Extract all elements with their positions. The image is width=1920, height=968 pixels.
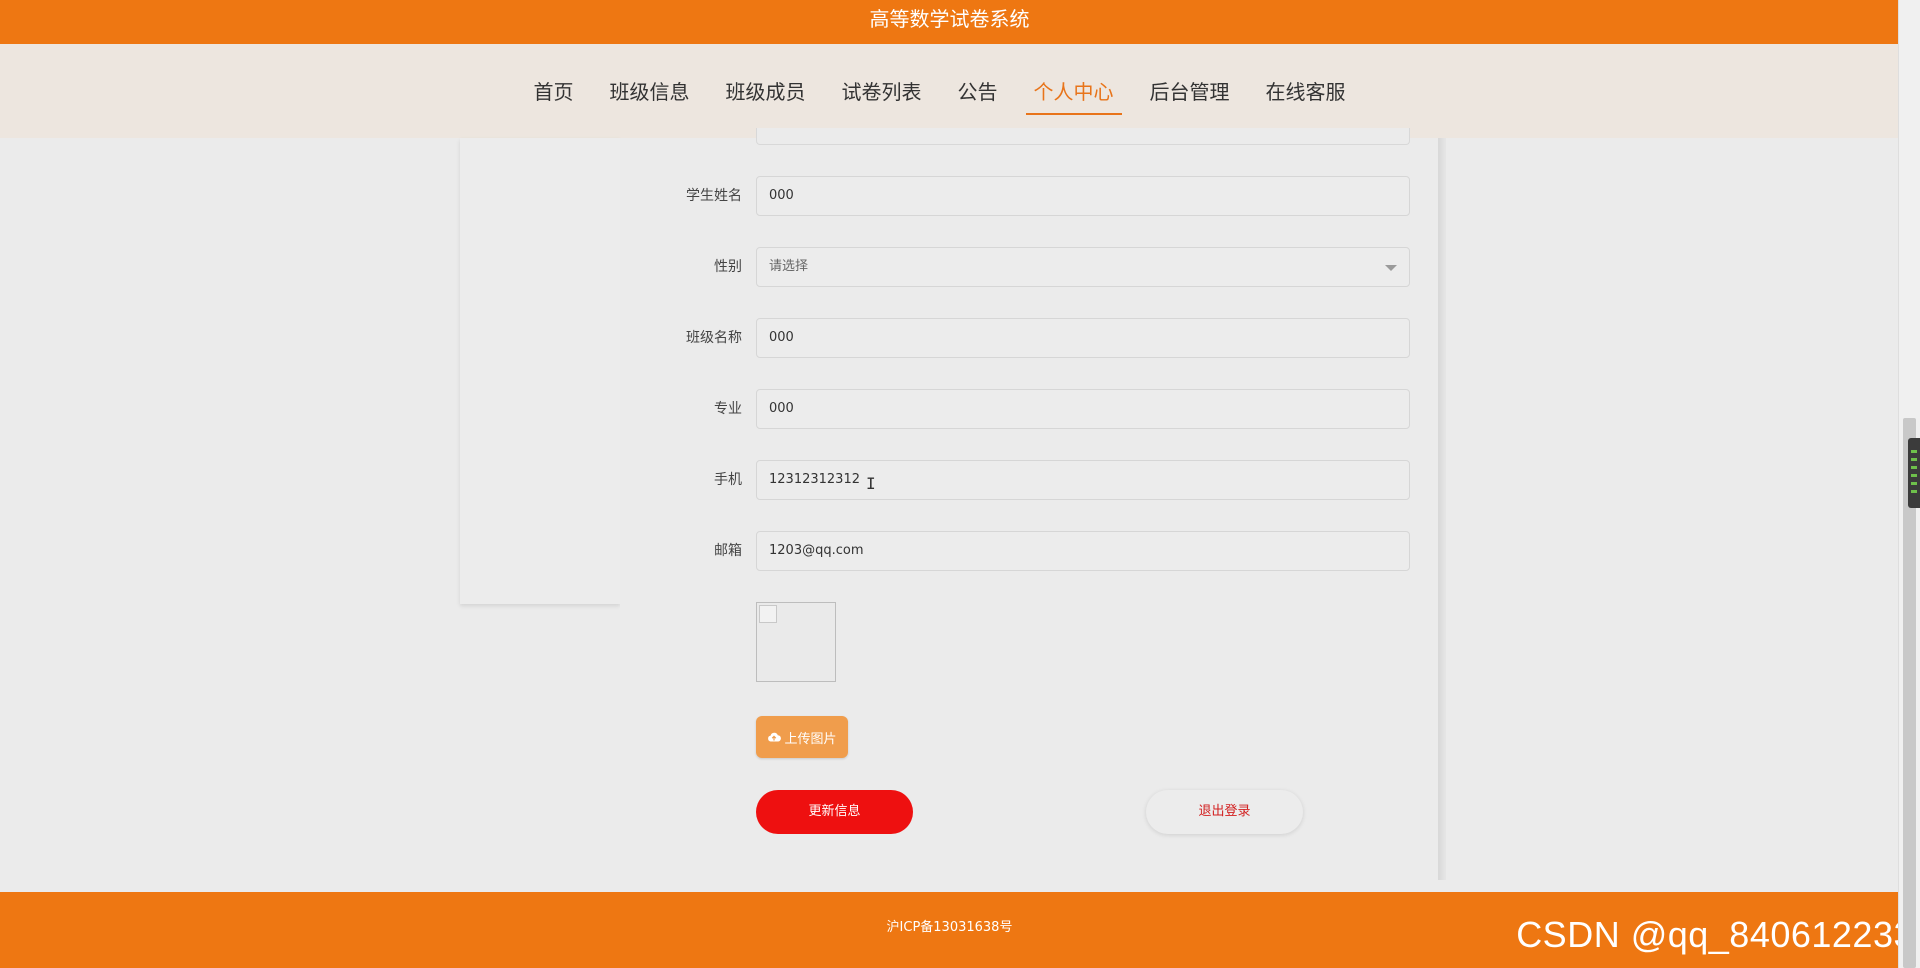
previous-field-edge: [756, 128, 1410, 145]
nav-item-online-service[interactable]: 在线客服: [1258, 69, 1354, 113]
logout-button[interactable]: 退出登录: [1146, 790, 1303, 834]
gender-select[interactable]: 请选择: [756, 247, 1410, 287]
major-input[interactable]: 000: [756, 389, 1410, 429]
avatar-image-preview: [756, 602, 836, 682]
email-input[interactable]: 1203@qq.com: [756, 531, 1410, 571]
site-header: 高等数学试卷系统: [0, 0, 1899, 44]
phone-label: 手机: [714, 472, 742, 488]
gender-label: 性别: [714, 259, 742, 275]
upload-button-label: 上传图片: [784, 731, 837, 747]
nav-item-class-members[interactable]: 班级成员: [718, 69, 814, 113]
row-class-name: 班级名称 000: [620, 318, 1410, 358]
row-gender: 性别 请选择: [620, 247, 1410, 287]
icp-record: 沪ICP备13031638号: [886, 920, 1013, 935]
nav-item-announcements[interactable]: 公告: [950, 69, 1006, 113]
row-phone: 手机 12312312312: [620, 460, 1410, 500]
phone-input[interactable]: 12312312312: [756, 460, 1410, 500]
cloud-upload-icon: [768, 732, 782, 742]
csdn-watermark: CSDN @qq_840612233: [1516, 914, 1914, 955]
class-name-label: 班级名称: [686, 330, 742, 346]
gender-placeholder: 请选择: [769, 259, 809, 274]
student-name-input[interactable]: 000: [756, 176, 1410, 216]
upload-image-button[interactable]: 上传图片: [756, 716, 848, 758]
text-cursor-icon: I: [866, 474, 876, 493]
nav-item-home[interactable]: 首页: [526, 69, 582, 113]
nav-item-exam-list[interactable]: 试卷列表: [834, 69, 930, 113]
row-major: 专业 000: [620, 389, 1410, 429]
side-widget-icon[interactable]: [1908, 438, 1920, 508]
nav-item-class-info[interactable]: 班级信息: [602, 69, 698, 113]
row-student-name: 学生姓名 000: [620, 176, 1410, 216]
student-name-label: 学生姓名: [686, 188, 742, 204]
update-info-button[interactable]: 更新信息: [756, 790, 913, 834]
chevron-down-icon: [1385, 265, 1397, 271]
left-card-panel: [460, 138, 620, 604]
site-title: 高等数学试卷系统: [869, 7, 1030, 31]
major-label: 专业: [714, 401, 742, 417]
row-email: 邮箱 1203@qq.com: [620, 531, 1410, 571]
broken-image-icon: [759, 605, 777, 623]
main-nav: 首页 班级信息 班级成员 试卷列表 公告 个人中心 后台管理 在线客服: [0, 44, 1899, 138]
class-name-input[interactable]: 000: [756, 318, 1410, 358]
nav-item-admin[interactable]: 后台管理: [1142, 69, 1238, 113]
panel-edge: [1438, 138, 1446, 880]
email-label: 邮箱: [714, 543, 742, 559]
nav-item-personal-center[interactable]: 个人中心: [1025, 69, 1122, 115]
